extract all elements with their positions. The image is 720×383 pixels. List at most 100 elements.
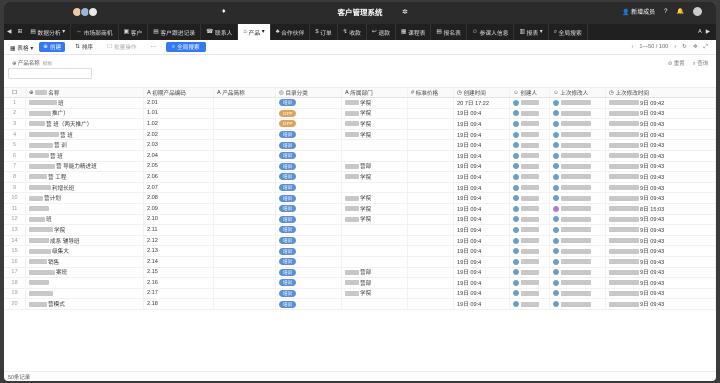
col-modified-by[interactable]: ☺ 上次修改人 (550, 88, 606, 97)
category-cell[interactable]: 培训 (276, 203, 342, 214)
created-time-cell[interactable]: 19日 09:4 (454, 108, 510, 119)
department-cell[interactable]: 学院 (342, 108, 408, 119)
price-cell[interactable] (408, 267, 454, 278)
tab-attendees[interactable]: ☺ 参课人信息 (467, 24, 515, 40)
created-by-cell[interactable] (510, 214, 550, 225)
product-name-cell[interactable] (26, 278, 144, 288)
modified-time-cell[interactable]: 9日 09:43 (606, 214, 716, 225)
category-cell[interactable]: 培训 (276, 150, 342, 161)
product-name-filter-input[interactable] (8, 68, 92, 79)
expand-icon[interactable]: ⤢ (704, 44, 708, 51)
new-member-button[interactable]: 👤 新增成员 (622, 7, 655, 16)
created-time-cell[interactable]: 19日 09:4 (454, 288, 510, 299)
created-time-cell[interactable]: 19日 09:4 (454, 214, 510, 225)
department-cell[interactable] (342, 150, 408, 161)
col-modified-time[interactable]: ◷ 上次修改时间 (606, 88, 716, 97)
select-all-checkbox[interactable]: ☐ (4, 88, 26, 97)
product-code-cell[interactable]: 2.08 (144, 193, 214, 203)
created-time-cell[interactable]: 20 7日 17:22 (454, 98, 510, 108)
short-name-cell[interactable] (214, 225, 276, 235)
price-cell[interactable] (408, 235, 454, 246)
created-time-cell[interactable]: 19日 09:4 (454, 182, 510, 193)
created-time-cell[interactable]: 19日 09:4 (454, 140, 510, 150)
product-name-cell[interactable]: 班 (26, 98, 144, 108)
price-cell[interactable] (408, 140, 454, 150)
created-time-cell[interactable]: 19日 09:4 (454, 267, 510, 278)
tab-partners[interactable]: ♣ 合作伙伴 (271, 24, 311, 40)
help-icon[interactable]: ? (664, 9, 667, 15)
tab-schedule[interactable]: ▦ 课程表 (396, 24, 432, 40)
product-code-cell[interactable]: 2.12 (144, 235, 214, 246)
department-cell[interactable]: 学院 (342, 288, 408, 299)
product-code-cell[interactable]: 2.09 (144, 203, 214, 214)
product-code-cell[interactable]: 1.01 (144, 108, 214, 119)
modified-time-cell[interactable]: 9日 09:42 (606, 98, 716, 108)
created-by-cell[interactable] (510, 267, 550, 278)
created-time-cell[interactable]: 19日 09:4 (454, 225, 510, 235)
modified-time-cell[interactable]: 9日 09:43 (606, 299, 716, 309)
col-name[interactable]: ⊕ 名称 (26, 88, 144, 97)
product-code-cell[interactable]: 1.02 (144, 119, 214, 129)
modified-time-cell[interactable]: 9日 09:43 (606, 150, 716, 161)
short-name-cell[interactable] (214, 140, 276, 150)
created-time-cell[interactable]: 19日 09:4 (454, 119, 510, 129)
modified-time-cell[interactable]: 9日 09:43 (606, 267, 716, 278)
view-switcher[interactable]: ▦ 表格 ▾ (10, 43, 33, 52)
department-cell[interactable]: 营部 (342, 267, 408, 278)
created-time-cell[interactable]: 19日 09:4 (454, 129, 510, 140)
created-by-cell[interactable] (510, 108, 550, 119)
category-cell[interactable]: 培训 (276, 225, 342, 235)
category-cell[interactable]: 培训 (276, 98, 342, 108)
created-by-cell[interactable] (510, 140, 550, 150)
modified-by-cell[interactable] (550, 278, 606, 288)
category-cell[interactable]: 培训 (276, 288, 342, 299)
table-row[interactable]: 12 班 2.10 培训 学院 19日 09:4 9日 09:43 (4, 214, 716, 226)
modified-by-cell[interactable] (550, 150, 606, 161)
product-name-cell[interactable]: 营 工程 (26, 172, 144, 182)
modified-by-cell[interactable] (550, 98, 606, 108)
reset-button[interactable]: ⊘ 重置 (668, 59, 685, 68)
product-code-cell[interactable]: 2.11 (144, 225, 214, 235)
short-name-cell[interactable] (214, 256, 276, 267)
department-cell[interactable] (342, 235, 408, 246)
category-cell[interactable]: 培训 (276, 235, 342, 246)
table-row[interactable]: 2 推广） 1.01 GFP 学院 19日 09:4 9日 09:43 (4, 108, 716, 120)
table-row[interactable]: 5 营 训 2.03 培训 19日 09:4 9日 09:43 (4, 140, 716, 151)
modified-by-cell[interactable] (550, 225, 606, 235)
department-cell[interactable]: 营部 (342, 278, 408, 288)
modified-by-cell[interactable] (550, 161, 606, 172)
price-cell[interactable] (408, 182, 454, 193)
short-name-cell[interactable] (214, 98, 276, 108)
department-cell[interactable]: 学院 (342, 193, 408, 203)
product-code-cell[interactable]: 2.14 (144, 256, 214, 267)
short-name-cell[interactable] (214, 108, 276, 119)
modified-time-cell[interactable]: 9日 09:43 (606, 278, 716, 288)
short-name-cell[interactable] (214, 193, 276, 203)
created-by-cell[interactable] (510, 98, 550, 108)
table-row[interactable]: 3 营 班（两天推广） 1.02 GFP 学院 19日 09:4 9日 09:43 (4, 119, 716, 130)
created-by-cell[interactable] (510, 235, 550, 246)
tab-market-opportunities[interactable]: ⇔ 市场部商机 (71, 24, 119, 40)
product-code-cell[interactable]: 2.01 (144, 98, 214, 108)
product-name-cell[interactable]: 利增长班 (26, 182, 144, 193)
user-avatar[interactable] (693, 7, 702, 16)
tab-reports[interactable]: ▥ 报表 ▾ (514, 24, 549, 40)
modified-by-cell[interactable] (550, 203, 606, 214)
product-name-cell[interactable]: 营 训 (26, 140, 144, 150)
short-name-cell[interactable] (214, 150, 276, 161)
short-name-cell[interactable] (214, 119, 276, 129)
category-cell[interactable]: 培训 (276, 246, 342, 256)
table-row[interactable]: 1 班 2.01 培训 学院 20 7日 17:22 9日 09:42 (4, 98, 716, 109)
short-name-cell[interactable] (214, 182, 276, 193)
created-time-cell[interactable]: 19日 09:4 (454, 193, 510, 203)
col-created-time[interactable]: ◷ 创建时间 (454, 88, 510, 97)
product-code-cell[interactable]: 2.07 (144, 182, 214, 193)
created-by-cell[interactable] (510, 182, 550, 193)
price-cell[interactable] (408, 129, 454, 140)
product-code-cell[interactable]: 2.15 (144, 267, 214, 278)
product-name-cell[interactable]: 营计划 (26, 193, 144, 203)
table-row[interactable]: 15 级集大 2.13 培训 19日 09:4 9日 09:43 (4, 246, 716, 257)
product-name-cell[interactable] (26, 288, 144, 299)
tab-registration[interactable]: ▤ 报名表 (431, 24, 467, 40)
modified-time-cell[interactable]: 9日 09:43 (606, 172, 716, 182)
